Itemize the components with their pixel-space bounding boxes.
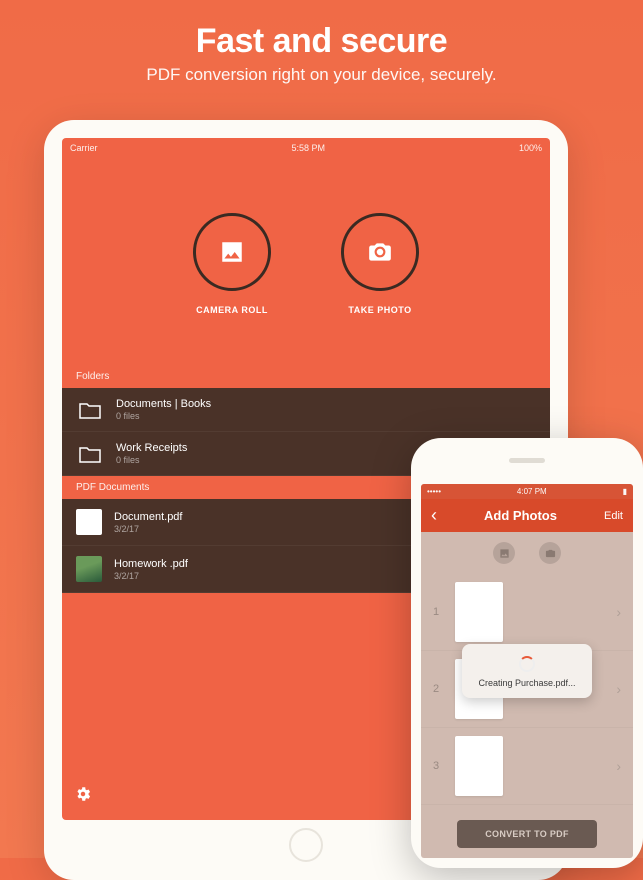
iphone-speaker (509, 458, 545, 463)
camera-icon[interactable] (539, 542, 561, 564)
iphone-mock: ••••• 4:07 PM ▮ ‹ Add Photos Edit 1 › 2 … (411, 438, 643, 868)
progress-toast: Creating Purchase.pdf... (462, 644, 592, 698)
battery-icon: ▮ (623, 487, 627, 496)
folder-icon (76, 399, 104, 421)
image-icon (193, 213, 271, 291)
settings-button[interactable] (74, 790, 92, 807)
photo-thumb (455, 582, 503, 642)
iphone-navbar: ‹ Add Photos Edit (421, 499, 633, 532)
pdf-date: 3/2/17 (114, 524, 182, 534)
hero: Fast and secure PDF conversion right on … (0, 0, 643, 97)
iphone-statusbar: ••••• 4:07 PM ▮ (421, 484, 633, 499)
document-thumb (76, 509, 102, 535)
hero-title: Fast and secure (20, 22, 623, 61)
take-photo-button[interactable]: TAKE PHOTO (341, 213, 419, 315)
iphone-screen: ••••• 4:07 PM ▮ ‹ Add Photos Edit 1 › 2 … (421, 484, 633, 858)
pdf-title: Document.pdf (114, 511, 182, 523)
pdf-date: 3/2/17 (114, 571, 188, 581)
hero-subtitle: PDF conversion right on your device, sec… (20, 65, 623, 85)
camera-roll-label: CAMERA ROLL (193, 305, 271, 315)
status-time: 5:58 PM (291, 143, 325, 153)
photo-row[interactable]: 3 › (421, 728, 633, 805)
signal-icon: ••••• (427, 487, 441, 496)
folder-title: Documents | Books (116, 398, 211, 410)
iphone-source-icons (421, 532, 633, 574)
nav-title: Add Photos (484, 508, 557, 523)
row-number: 3 (433, 760, 443, 772)
status-battery: 100% (519, 143, 542, 153)
folder-sub: 0 files (116, 455, 187, 465)
take-photo-label: TAKE PHOTO (341, 305, 419, 315)
status-carrier: Carrier (70, 143, 98, 153)
gallery-icon[interactable] (493, 542, 515, 564)
photo-thumb (455, 736, 503, 796)
toast-message: Creating Purchase.pdf... (478, 678, 576, 688)
edit-button[interactable]: Edit (604, 510, 623, 522)
spinner-icon (519, 656, 535, 672)
row-number: 1 (433, 606, 443, 618)
chevron-right-icon: › (616, 604, 621, 620)
folder-sub: 0 files (116, 411, 211, 421)
ipad-statusbar: Carrier 5:58 PM 100% (62, 138, 550, 158)
camera-icon (341, 213, 419, 291)
folder-icon (76, 443, 104, 465)
source-buttons: CAMERA ROLL TAKE PHOTO (62, 158, 550, 365)
folders-header: Folders (62, 365, 550, 388)
list-item[interactable]: Documents | Books 0 files (62, 388, 550, 432)
camera-roll-button[interactable]: CAMERA ROLL (193, 213, 271, 315)
convert-button[interactable]: CONVERT TO PDF (457, 820, 597, 848)
back-button[interactable]: ‹ (431, 505, 437, 526)
chevron-right-icon: › (616, 681, 621, 697)
pdf-title: Homework .pdf (114, 558, 188, 570)
photo-row[interactable]: 1 › (421, 574, 633, 651)
document-thumb (76, 556, 102, 582)
ipad-home-button[interactable] (289, 828, 323, 862)
folder-title: Work Receipts (116, 442, 187, 454)
iphone-time: 4:07 PM (517, 487, 547, 496)
row-number: 2 (433, 683, 443, 695)
chevron-right-icon: › (616, 758, 621, 774)
